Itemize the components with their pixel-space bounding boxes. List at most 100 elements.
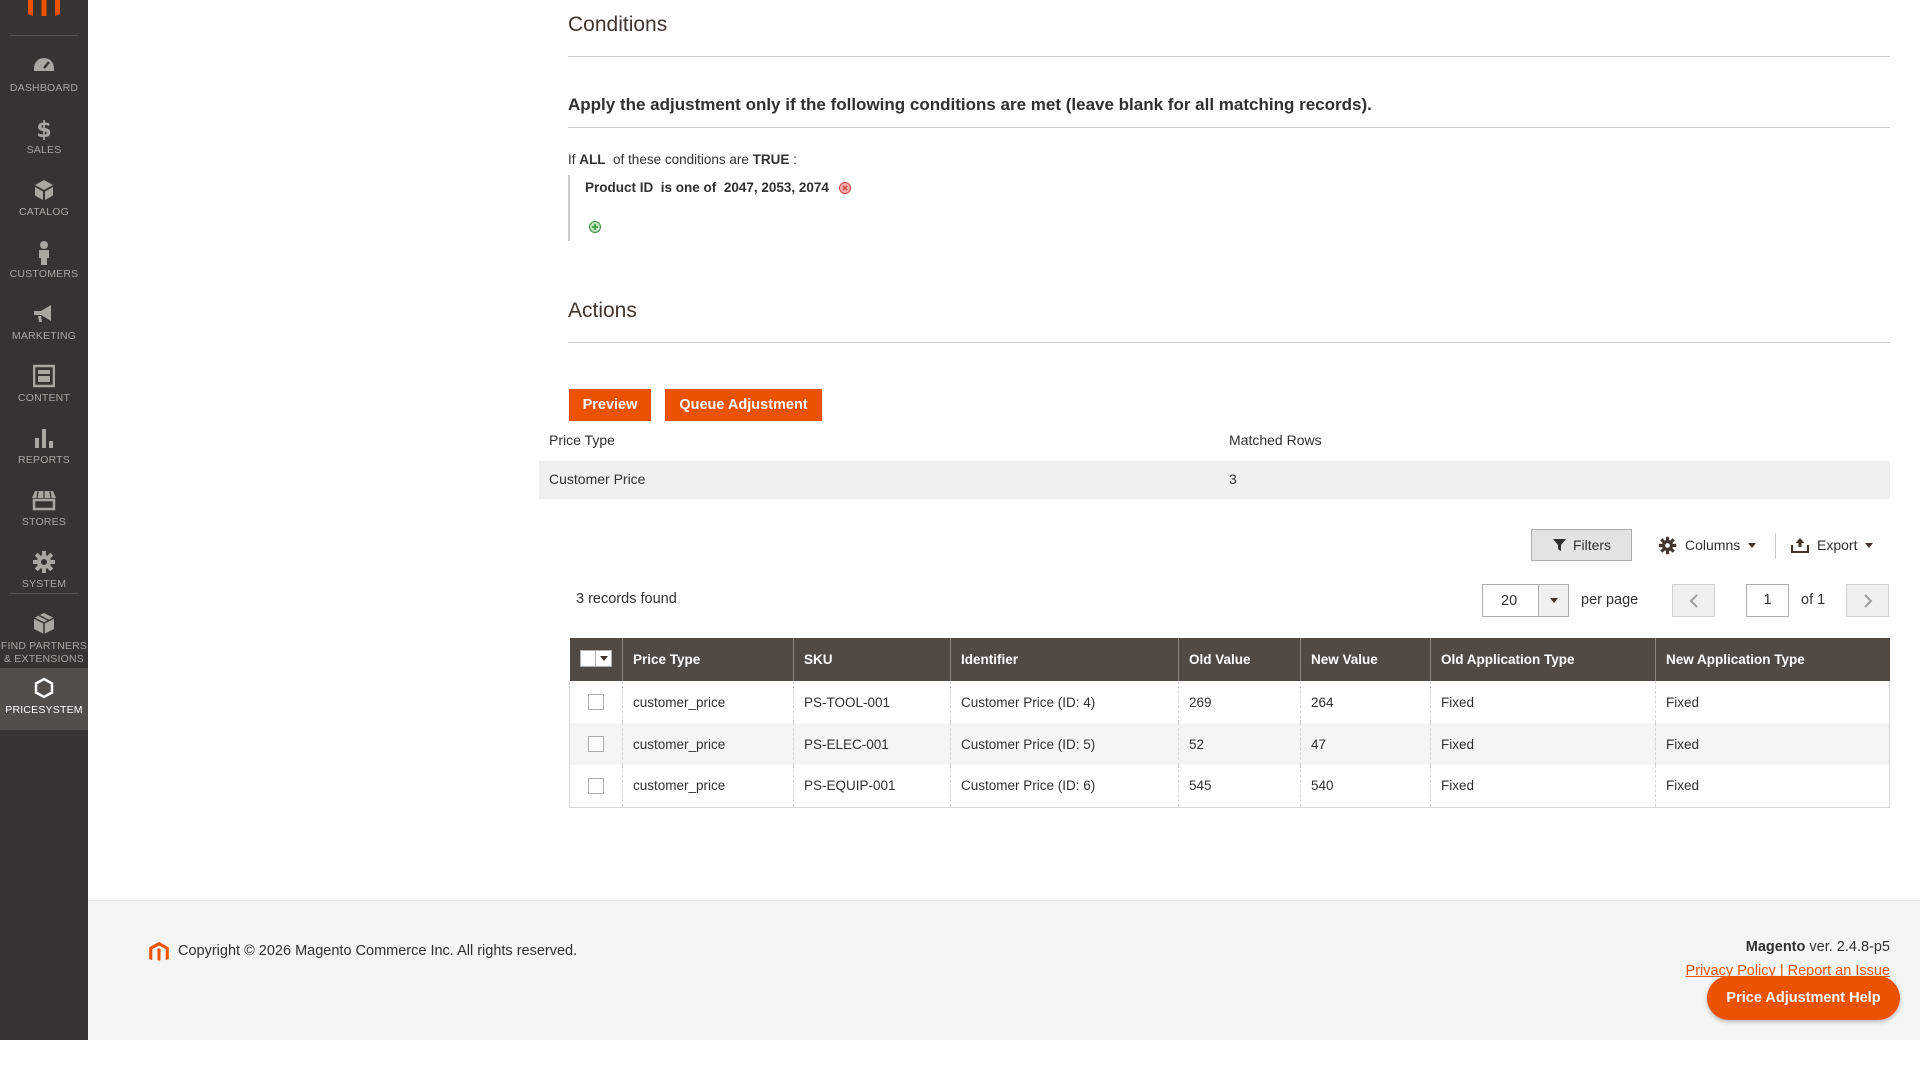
export-button[interactable]: Export [1791, 529, 1874, 561]
filters-label: Filters [1572, 537, 1612, 553]
nav-item-content[interactable]: CONTENT [0, 356, 88, 418]
cell-old-application-type: Fixed [1430, 765, 1656, 808]
nav-label: STORES [21, 516, 67, 528]
column-header[interactable]: New Value [1300, 638, 1431, 681]
value-select[interactable]: TRUE [753, 152, 790, 167]
mass-select-checkbox[interactable] [579, 650, 612, 667]
conditions-title: Conditions [568, 13, 668, 36]
chevron-down-icon[interactable] [1538, 585, 1568, 616]
bar-chart-icon [0, 426, 88, 454]
cell-identifier: Customer Price (ID: 5) [950, 723, 1179, 765]
nav-item-pricesystem[interactable]: PRICESYSTEM [0, 668, 88, 730]
cell-price-type: customer_price [622, 681, 794, 723]
add-condition-icon[interactable] [589, 220, 601, 233]
cell-old-value: 269 [1178, 681, 1301, 723]
layout-icon [0, 364, 88, 392]
nav-item-find-partners[interactable]: FIND PARTNERS & EXTENSIONS [0, 604, 88, 668]
nav-label: REPORTS [18, 454, 70, 466]
column-header[interactable]: Price Type [622, 638, 794, 681]
cell-new-application-type: Fixed [1655, 723, 1890, 765]
page-number-input[interactable]: 1 [1746, 584, 1789, 617]
cell-sku: PS-EQUIP-001 [793, 765, 951, 808]
column-header[interactable]: New Application Type [1655, 638, 1890, 681]
rule-value[interactable]: 2047, 2053, 2074 [724, 180, 829, 195]
cond-prefix: If [568, 152, 576, 167]
chevron-down-icon [1865, 542, 1874, 548]
aggregator-select[interactable]: ALL [579, 152, 605, 167]
summary-row [539, 461, 1890, 499]
row-checkbox[interactable] [588, 694, 604, 711]
nav-item-dashboard[interactable]: DASHBOARD [0, 46, 88, 108]
grid-header-row: Price Type SKU Identifier Old Value New … [569, 638, 1890, 681]
version-info: Magento ver. 2.4.8-p5 [1746, 939, 1890, 955]
per-page-value: 20 [1501, 593, 1518, 609]
nav-item-reports[interactable]: REPORTS [0, 418, 88, 480]
storefront-icon [0, 488, 88, 516]
row-checkbox[interactable] [588, 736, 604, 753]
cell-old-application-type: Fixed [1430, 681, 1656, 723]
nav-label: PRICESYSTEM [5, 704, 83, 716]
mass-action-header [569, 638, 623, 681]
page-footer: Copyright © 2026 Magento Commerce Inc. A… [88, 900, 1920, 1040]
chevron-down-icon [1748, 542, 1757, 548]
nav-item-marketing[interactable]: MARKETING [0, 294, 88, 356]
conditions-heading: Apply the adjustment only if the followi… [568, 95, 1372, 114]
section-divider [568, 127, 1890, 128]
cond-suffix: : [793, 152, 797, 167]
cell-old-application-type: Fixed [1430, 723, 1656, 765]
remove-condition-icon[interactable] [838, 182, 851, 195]
cell-old-value: 545 [1178, 765, 1301, 808]
rule-attribute[interactable]: Product ID [585, 180, 653, 195]
version-text: ver. 2.4.8-p5 [1809, 939, 1890, 955]
hexagon-icon [0, 676, 88, 704]
rule-operator[interactable]: is one of [661, 180, 717, 195]
nav-item-sales[interactable]: $ SALES [0, 108, 88, 170]
cell-new-value: 47 [1300, 723, 1431, 765]
magento-logo-icon[interactable] [26, 0, 62, 17]
copyright-text: Copyright © 2026 Magento Commerce Inc. A… [178, 943, 578, 959]
gear-icon [1658, 536, 1677, 554]
admin-sidebar: DASHBOARD $ SALES CATALOG CUSTOMERS MARK… [0, 0, 88, 1040]
columns-label: Columns [1685, 537, 1741, 553]
cell-new-value: 264 [1300, 681, 1431, 723]
prev-page-button[interactable] [1672, 584, 1715, 617]
sidebar-divider [10, 593, 78, 594]
nav-label: FIND PARTNERS & EXTENSIONS [0, 640, 88, 665]
nav-label: MARKETING [11, 330, 77, 342]
price-adjustment-help-button[interactable]: Price Adjustment Help [1707, 976, 1900, 1020]
preview-button[interactable]: Preview [569, 389, 651, 421]
column-header[interactable]: Old Application Type [1430, 638, 1656, 681]
nav-item-stores[interactable]: STORES [0, 480, 88, 542]
column-header[interactable]: Old Value [1178, 638, 1301, 681]
per-page-select[interactable]: 20 [1482, 584, 1569, 617]
export-icon [1791, 538, 1809, 553]
section-divider [568, 56, 1890, 57]
cell-new-value: 540 [1300, 765, 1431, 808]
records-found: 3 records found [576, 591, 677, 607]
nav-label: CONTENT [17, 392, 71, 404]
table-row[interactable]: customer_price PS-ELEC-001 Customer Pric… [569, 723, 1890, 765]
table-row[interactable]: customer_price PS-EQUIP-001 Customer Pri… [569, 765, 1890, 808]
filters-button[interactable]: Filters [1531, 529, 1632, 561]
row-checkbox[interactable] [588, 777, 604, 794]
row-select-cell [569, 765, 623, 808]
cell-new-application-type: Fixed [1655, 681, 1890, 723]
cell-new-application-type: Fixed [1655, 765, 1890, 808]
cell-old-value: 52 [1178, 723, 1301, 765]
nav-item-catalog[interactable]: CATALOG [0, 170, 88, 232]
column-header[interactable]: Identifier [950, 638, 1179, 681]
condition-rule: Product ID is one of 2047, 2053, 2074 [585, 180, 851, 195]
table-row[interactable]: customer_price PS-TOOL-001 Customer Pric… [569, 681, 1890, 723]
nav-item-system[interactable]: SYSTEM [0, 542, 88, 604]
per-page-label: per page [1581, 592, 1639, 608]
nav-item-customers[interactable]: CUSTOMERS [0, 232, 88, 294]
nav-label: SALES [26, 144, 62, 156]
cell-identifier: Customer Price (ID: 6) [950, 765, 1179, 808]
column-header[interactable]: SKU [793, 638, 951, 681]
chevron-right-icon [1863, 593, 1872, 608]
columns-button[interactable]: Columns [1658, 529, 1757, 561]
chevron-left-icon [1689, 593, 1698, 608]
next-page-button[interactable] [1846, 584, 1889, 617]
svg-text:$: $ [36, 118, 51, 140]
queue-adjustment-button[interactable]: Queue Adjustment [665, 389, 822, 421]
